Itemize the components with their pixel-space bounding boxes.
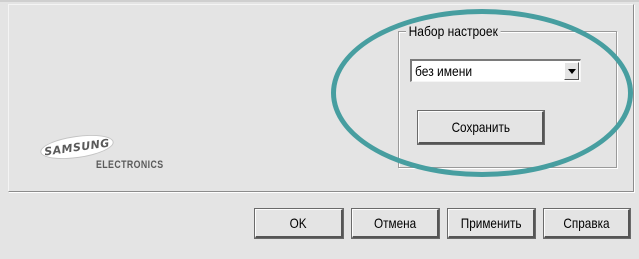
chevron-down-icon: [568, 69, 576, 74]
electronics-logo-text: ELECTRONICS: [96, 159, 164, 171]
ok-button-label: OK: [289, 215, 307, 231]
preset-select-value: без имени: [415, 63, 473, 79]
dropdown-arrow-button[interactable]: [564, 62, 579, 80]
help-button-label: Справка: [563, 215, 610, 231]
ok-button[interactable]: OK: [254, 208, 344, 239]
preset-groupbox: [398, 31, 617, 168]
preset-select[interactable]: без имени: [410, 59, 581, 82]
samsung-logo: SAMSUNG ELECTRONICS: [38, 130, 180, 176]
save-preset-button[interactable]: Сохранить: [417, 110, 545, 145]
preset-group-legend: Набор настроек: [406, 22, 501, 40]
cancel-button[interactable]: Отмена: [351, 208, 440, 239]
window-top-edge: [0, 0, 639, 2]
samsung-logo-text: SAMSUNG: [43, 135, 111, 159]
apply-button[interactable]: Применить: [447, 208, 536, 239]
cancel-button-label: Отмена: [373, 215, 417, 231]
save-preset-button-label: Сохранить: [451, 119, 510, 135]
apply-button-label: Применить: [460, 215, 522, 231]
help-button[interactable]: Справка: [543, 208, 631, 239]
